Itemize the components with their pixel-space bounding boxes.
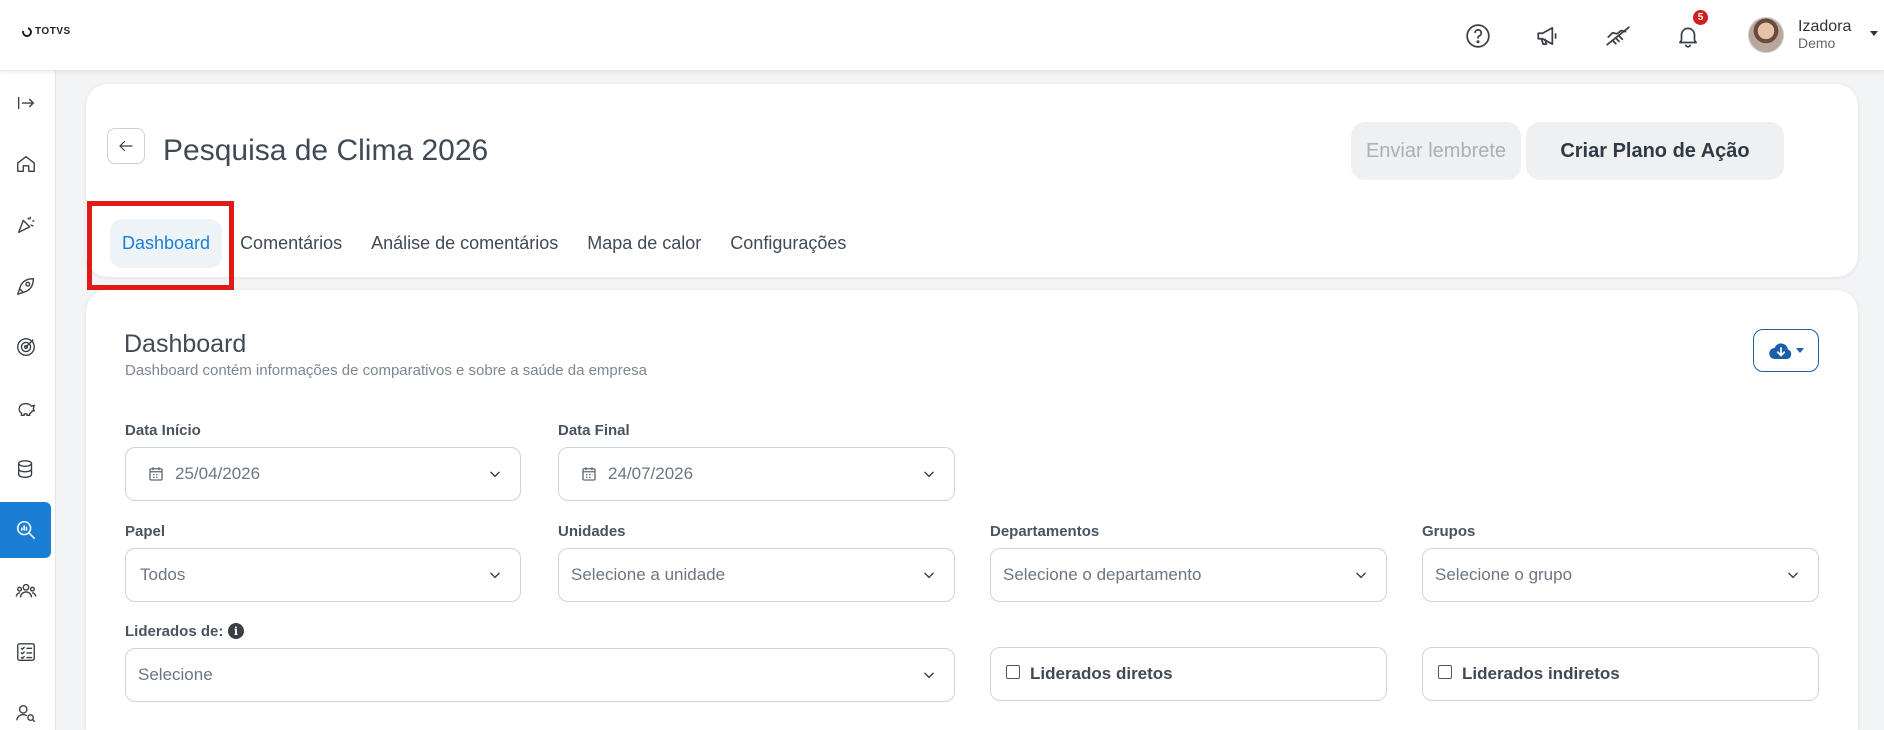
dashboard-card: Dashboard Dashboard contém informações d…: [86, 290, 1858, 730]
party-icon: [17, 216, 35, 234]
create-action-plan-button[interactable]: Criar Plano de Ação: [1526, 122, 1784, 180]
sidebar-item-celebrations[interactable]: [0, 197, 51, 253]
sidebar-expand-button[interactable]: [0, 75, 51, 131]
people-icon: [15, 583, 36, 598]
tab-comment-analysis[interactable]: Análise de comentários: [360, 223, 569, 264]
dashboard-title: Dashboard: [124, 330, 247, 358]
help-button[interactable]: [1458, 18, 1498, 54]
led-by-select[interactable]: Selecione: [125, 648, 955, 702]
end-date-label: Data Final: [558, 422, 630, 439]
groups-label: Grupos: [1422, 523, 1476, 540]
chevron-down-icon: [922, 668, 936, 682]
caret-down-icon: [1795, 348, 1804, 353]
led-by-label: Liderados de:: [125, 623, 224, 640]
sidebar-item-checklist[interactable]: [0, 624, 51, 680]
database-icon: [17, 460, 32, 478]
departments-select[interactable]: Selecione o departamento: [990, 548, 1387, 602]
user-subtitle: Demo: [1798, 35, 1836, 51]
rocket-icon: [16, 277, 34, 295]
sidebar-item-surveys[interactable]: [0, 502, 51, 558]
expand-arrow-icon: [17, 96, 34, 110]
tab-comments[interactable]: Comentários: [229, 223, 353, 264]
arrow-left-icon: [119, 140, 133, 152]
calendar-icon: [147, 465, 165, 483]
sidebar-item-data[interactable]: [0, 441, 51, 497]
direct-reports-checkbox[interactable]: [1006, 665, 1020, 679]
search-chart-icon: [16, 520, 35, 540]
groups-placeholder: Selecione o grupo: [1435, 565, 1573, 584]
sidebar-item-onboarding[interactable]: [0, 258, 51, 314]
home-icon: [16, 155, 35, 173]
sidebar-item-goals[interactable]: [0, 319, 51, 375]
survey-header-card: Pesquisa de Clima 2026 Enviar lembrete C…: [86, 84, 1858, 277]
highlight-box: [87, 201, 234, 290]
led-by-placeholder: Selecione: [138, 665, 213, 684]
user-name: Izadora: [1798, 18, 1852, 35]
start-date-value: 25/04/2026: [175, 464, 261, 483]
direct-reports-toggle[interactable]: Liderados diretos: [990, 647, 1387, 701]
role-select[interactable]: Todos: [125, 548, 521, 602]
chevron-down-icon: [922, 467, 936, 481]
checklist-icon: [16, 643, 35, 661]
question-icon: [1466, 24, 1490, 48]
start-date-picker[interactable]: 25/04/2026: [125, 447, 521, 501]
chevron-down-icon: [1786, 568, 1800, 582]
back-button[interactable]: [107, 128, 145, 164]
direct-reports-label: Liderados diretos: [1030, 664, 1173, 683]
end-date-value: 24/07/2026: [608, 464, 694, 483]
piggy-bank-icon: [17, 403, 35, 417]
download-button[interactable]: [1753, 329, 1819, 372]
calendar-icon: [580, 465, 598, 483]
units-placeholder: Selecione a unidade: [571, 565, 726, 584]
role-value: Todos: [140, 565, 186, 584]
top-bar: TOTVS 5 Izadora Demo: [0, 0, 1884, 71]
target-icon: [16, 338, 35, 356]
info-icon[interactable]: i: [228, 623, 244, 639]
dashboard-subtitle: Dashboard contém informações de comparat…: [125, 362, 647, 379]
sidebar-item-home[interactable]: [0, 136, 51, 192]
megaphone-icon: [1537, 27, 1557, 45]
start-date-label: Data Início: [125, 422, 201, 439]
indirect-reports-label: Liderados indiretos: [1462, 664, 1620, 683]
chevron-down-icon: [488, 467, 502, 481]
indirect-reports-checkbox[interactable]: [1438, 665, 1452, 679]
sidebar-item-people[interactable]: [0, 563, 51, 619]
groups-select[interactable]: Selecione o grupo: [1422, 548, 1819, 602]
bell-icon: [1679, 27, 1697, 48]
chevron-down-icon: [922, 568, 936, 582]
page-title: Pesquisa de Clima 2026: [163, 134, 489, 167]
notification-badge: 5: [1693, 10, 1708, 25]
notifications-button[interactable]: 5: [1668, 10, 1708, 54]
announcements-button[interactable]: [1528, 18, 1568, 54]
end-date-picker[interactable]: 24/07/2026: [558, 447, 955, 501]
totvs-logo[interactable]: TOTVS: [20, 24, 71, 39]
sidebar-item-user-search[interactable]: [0, 685, 51, 730]
units-select[interactable]: Selecione a unidade: [558, 548, 955, 602]
chevron-down-icon: [488, 568, 502, 582]
units-label: Unidades: [558, 523, 626, 540]
indirect-reports-toggle[interactable]: Liderados indiretos: [1422, 647, 1819, 701]
send-reminder-button[interactable]: Enviar lembrete: [1351, 122, 1521, 180]
handshake-icon: [1606, 26, 1630, 46]
integrations-button[interactable]: [1598, 18, 1638, 54]
logo-mark-icon: [20, 24, 34, 39]
departments-label: Departamentos: [990, 523, 1100, 540]
user-search-icon: [15, 704, 35, 723]
departments-placeholder: Selecione o departamento: [1003, 565, 1202, 584]
chevron-down-icon: [1354, 568, 1368, 582]
sidebar-item-rewards[interactable]: [0, 380, 51, 436]
tab-heat-map[interactable]: Mapa de calor: [576, 223, 712, 264]
sidebar: [0, 71, 56, 730]
tab-settings[interactable]: Configurações: [719, 223, 857, 264]
user-menu[interactable]: Izadora Demo: [1748, 17, 1878, 53]
caret-down-icon: [1870, 31, 1878, 36]
cloud-download-icon: [1768, 342, 1791, 359]
avatar: [1748, 17, 1784, 53]
role-label: Papel: [125, 523, 166, 540]
logo-text: TOTVS: [35, 26, 71, 37]
